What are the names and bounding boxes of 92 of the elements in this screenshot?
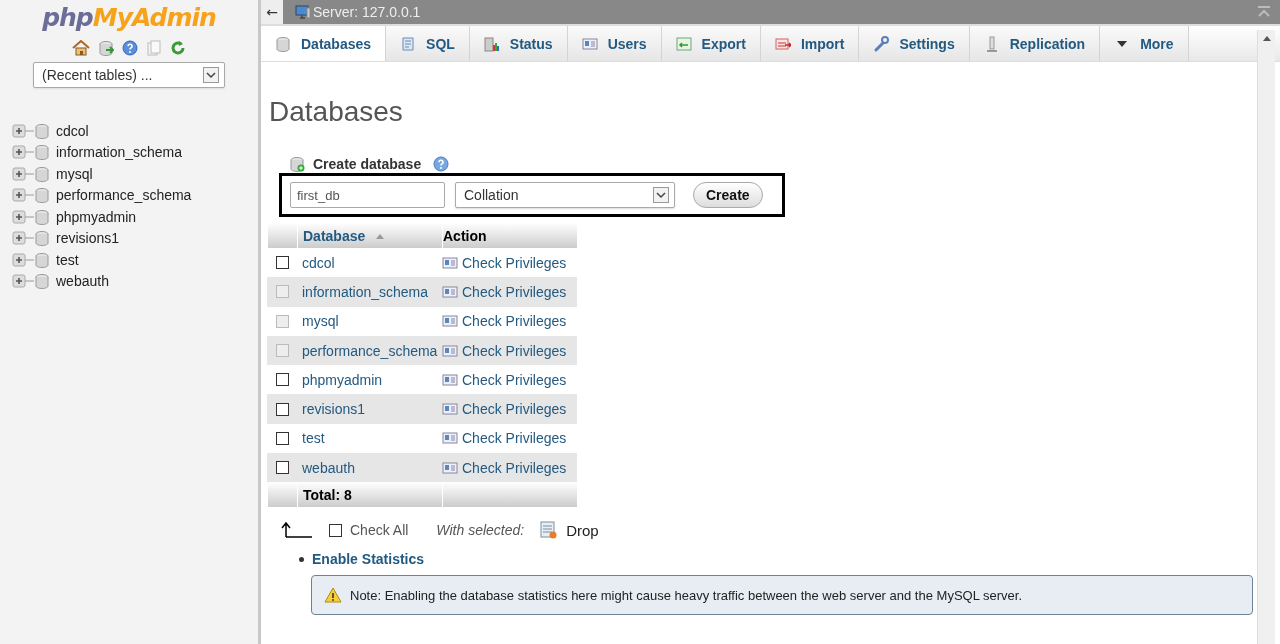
sidebar-item[interactable]: phpmyadmin: [56, 208, 137, 225]
collation-dropdown[interactable]: Collation: [455, 182, 675, 208]
tab[interactable]: SQL: [386, 26, 470, 61]
help-icon[interactable]: [122, 40, 138, 56]
database-icon: [34, 122, 50, 139]
tab[interactable]: More: [1100, 26, 1189, 61]
sidebar-item[interactable]: cdcol: [56, 122, 89, 139]
sidebar-item[interactable]: performance_schema: [56, 187, 192, 204]
reload-icon[interactable]: [170, 40, 186, 56]
check-privileges-link[interactable]: Check Privileges: [462, 254, 567, 271]
scroll-up-icon[interactable]: [1262, 36, 1271, 41]
check-privileges-link[interactable]: Check Privileges: [462, 459, 567, 476]
notice-text: Note: Enabling the database statistics here might cause heavy traffic between the web server and the MySQL server.: [350, 587, 1023, 603]
home-icon[interactable]: [72, 40, 90, 56]
id-card-icon: [442, 342, 458, 359]
database-icon: [34, 187, 50, 204]
table-delete-icon: [540, 521, 559, 540]
checkbox[interactable]: [275, 256, 289, 270]
id-card-icon: [442, 459, 458, 476]
checkbox[interactable]: [275, 431, 289, 445]
import-icon: [774, 35, 791, 52]
checkbox[interactable]: [275, 402, 289, 416]
database-icon: [34, 208, 50, 225]
with-selected-label: With selected:: [436, 522, 525, 539]
check-all-label[interactable]: Check All: [350, 522, 409, 539]
total-count: Total: 8: [297, 482, 442, 508]
database-icon: [34, 251, 50, 268]
checkbox[interactable]: [329, 523, 342, 537]
bar-chart-icon: [483, 35, 500, 52]
recent-tables-dropdown[interactable]: (Recent tables) ...: [33, 62, 225, 88]
checkbox[interactable]: [275, 461, 289, 475]
sidebar-item[interactable]: revisions1: [56, 230, 120, 247]
back-button[interactable]: ←: [261, 0, 283, 24]
bullet-icon: [299, 556, 304, 562]
expand-icon[interactable]: [12, 165, 34, 182]
id-card-icon: [442, 283, 458, 300]
sidebar-item[interactable]: information_schema: [56, 144, 183, 161]
checkbox[interactable]: [275, 373, 289, 387]
tab[interactable]: Databases: [261, 26, 387, 61]
expand-icon[interactable]: [12, 122, 34, 139]
drop-button[interactable]: Drop: [540, 521, 599, 540]
database-add-icon: [289, 156, 305, 172]
check-privileges-link[interactable]: Check Privileges: [462, 371, 567, 388]
database-icon: [34, 165, 50, 182]
monitor-icon: [295, 4, 311, 20]
database-icon: [34, 273, 50, 290]
id-card-icon: [581, 35, 598, 52]
id-card-icon: [442, 313, 458, 330]
sidebar-item[interactable]: mysql: [56, 165, 93, 182]
expand-icon[interactable]: [12, 208, 34, 225]
name-link[interactable]: test: [302, 430, 325, 447]
expand-icon[interactable]: [12, 230, 34, 247]
expand-icon[interactable]: [12, 273, 34, 290]
tab[interactable]: Export: [661, 26, 761, 61]
database-icon: [34, 230, 50, 247]
create-button[interactable]: Create: [693, 182, 763, 208]
document-icon: [400, 35, 417, 52]
id-card-icon: [442, 254, 458, 271]
name-link[interactable]: webauth: [302, 459, 355, 476]
expand-icon[interactable]: [12, 187, 34, 204]
id-card-icon: [442, 401, 458, 418]
check-privileges-link[interactable]: Check Privileges: [462, 430, 567, 447]
database-name-field[interactable]: first_db: [290, 182, 445, 208]
warning-icon: [324, 587, 342, 604]
page-title: Databases: [269, 96, 403, 128]
sidebar-item[interactable]: test: [56, 251, 79, 268]
tab[interactable]: Replication: [969, 26, 1101, 61]
check-privileges-link[interactable]: Check Privileges: [462, 401, 567, 418]
database-icon: [275, 35, 291, 52]
id-card-icon: [442, 430, 458, 447]
id-card-icon: [442, 371, 458, 388]
enable-statistics-link[interactable]: Enable Statistics: [312, 551, 425, 568]
corner-arrow-icon: [281, 521, 313, 540]
expand-icon[interactable]: [12, 251, 34, 268]
database-icon: [34, 144, 50, 161]
tab[interactable]: Settings: [859, 26, 970, 61]
name-link[interactable]: cdcol: [302, 254, 335, 271]
export-icon: [675, 35, 692, 52]
section-label: Create database: [313, 156, 422, 172]
database-arrow-icon[interactable]: [98, 40, 114, 56]
column-sort-link[interactable]: Database: [303, 227, 366, 244]
expand-icon[interactable]: [12, 144, 34, 161]
name-link[interactable]: phpmyadmin: [302, 371, 383, 388]
help-icon[interactable]: [433, 156, 450, 172]
wrench-icon: [873, 35, 890, 52]
tab[interactable]: Import: [760, 26, 860, 61]
tab[interactable]: Users: [567, 26, 662, 61]
tab[interactable]: Status: [469, 26, 568, 61]
sidebar-item[interactable]: webauth: [56, 273, 109, 290]
name-link[interactable]: revisions1: [302, 401, 366, 418]
logo[interactable]: phpMyAdmin: [42, 2, 216, 34]
scrollbar[interactable]: [1257, 30, 1275, 644]
